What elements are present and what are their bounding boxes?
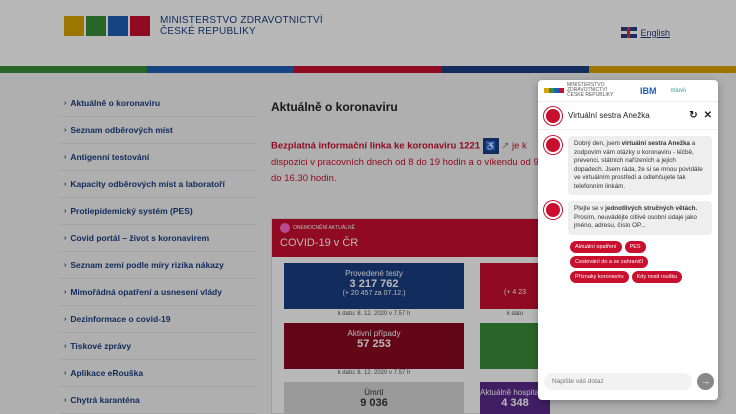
nurse-avatar — [544, 201, 562, 219]
quick-reply-chips: Aktuální opatření PES Cestování do a ze … — [538, 235, 718, 286]
logo-block — [559, 88, 564, 93]
chat-org-name: MINISTERSTVO ZDRAVOTNICTVÍ ČESKÉ REPUBLI… — [567, 82, 614, 98]
restart-icon[interactable]: ↻ — [689, 110, 697, 121]
nurse-avatar — [544, 106, 562, 125]
quick-reply-chip[interactable]: Kdy nosit roušku — [631, 270, 683, 283]
close-icon[interactable]: ✕ — [704, 110, 712, 121]
chatbot-window: MINISTERSTVO ZDRAVOTNICTVÍ ČESKÉ REPUBLI… — [538, 80, 718, 400]
message-text: Ptejte se v — [574, 205, 606, 212]
message-bold: virtuální sestra Anežka — [621, 140, 690, 147]
chat-message: Dobrý den, jsem virtuální sestra Anežka … — [538, 130, 718, 195]
chat-message: Ptejte se v jednotlivých stručných větác… — [538, 195, 718, 235]
quick-reply-chip[interactable]: PES — [624, 240, 646, 253]
chat-message-input[interactable] — [544, 373, 692, 390]
chat-partner-logos: MINISTERSTVO ZDRAVOTNICTVÍ ČESKÉ REPUBLI… — [538, 80, 718, 102]
quick-reply-chip[interactable]: Cestování do a ze zahraničí — [570, 255, 649, 268]
ministry-mini-logo — [544, 88, 564, 93]
chat-header: Virtuální sestra Anežka ↻ ✕ — [538, 102, 718, 130]
send-arrow-icon[interactable]: → — [697, 373, 714, 390]
quick-reply-chip[interactable]: Příznaky koronaviru — [570, 270, 629, 283]
message-bubble: Dobrý den, jsem virtuální sestra Anežka … — [568, 136, 712, 195]
message-bold: jednotlivých stručných větách. — [605, 205, 698, 212]
message-text: Dobrý den, jsem — [574, 140, 622, 147]
ibm-logo: IBM — [640, 85, 657, 96]
message-text: a zodpovím vám otázky o koronaviru - léč… — [574, 140, 703, 190]
quick-reply-chip[interactable]: Aktuální opatření — [570, 240, 622, 253]
message-text: Prosím, neuvádějte citlivé osobní údaje … — [574, 213, 697, 230]
chat-agent-name: Virtuální sestra Anežka — [568, 111, 650, 120]
nurse-avatar — [544, 136, 562, 154]
mluvii-logo: mluvii — [670, 87, 686, 94]
message-bubble: Ptejte se v jednotlivých stručných větác… — [568, 201, 712, 235]
